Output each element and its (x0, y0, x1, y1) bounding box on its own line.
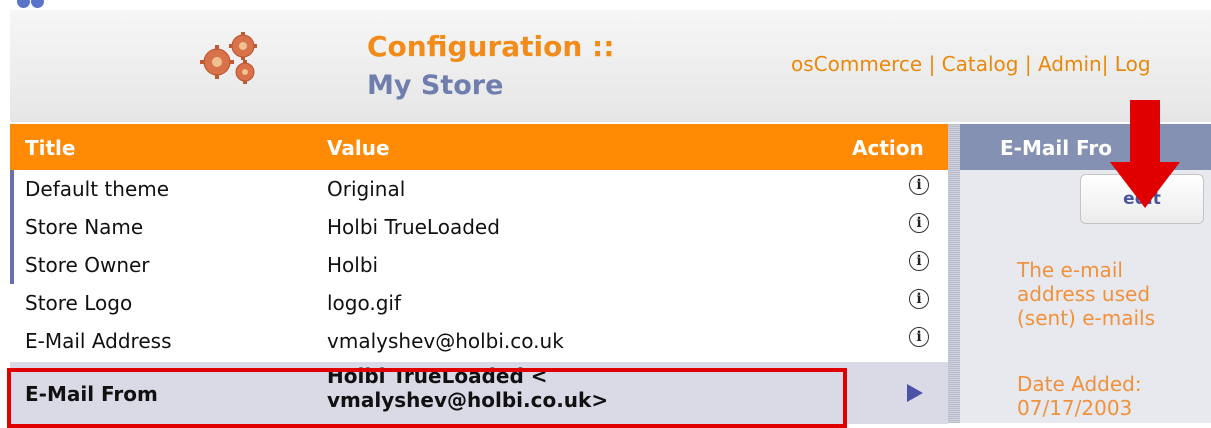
table-row[interactable]: Default theme Original i (10, 170, 948, 208)
info-icon[interactable]: i (909, 289, 929, 309)
table-row[interactable]: Store Owner Holbi i (10, 246, 948, 284)
row-action[interactable]: i (909, 251, 929, 271)
row-value: Holbi TrueLoaded (327, 215, 500, 239)
page-header: Configuration :: My Store osCommerce | C… (10, 10, 1211, 122)
row-marker (10, 208, 14, 246)
row-marker (10, 246, 14, 284)
row-value: vmalyshev@holbi.co.uk (327, 329, 564, 353)
nav-link-admin[interactable]: Admin (1038, 52, 1102, 76)
nav-link-catalog[interactable]: Catalog (942, 52, 1019, 76)
row-title: Store Logo (25, 291, 133, 315)
row-action[interactable]: i (909, 213, 929, 233)
decor-dot (31, 0, 44, 8)
top-nav: osCommerce | Catalog | Admin| Log (791, 52, 1151, 76)
page-title: Configuration :: (367, 30, 615, 63)
row-value: Original (327, 177, 406, 201)
info-icon[interactable]: i (909, 251, 929, 271)
table-row[interactable]: Store Logo logo.gif i (10, 284, 948, 322)
column-header-action: Action (852, 136, 924, 160)
column-header-title: Title (25, 136, 76, 160)
row-title: Default theme (25, 177, 170, 201)
gears-icon (200, 32, 257, 84)
column-divider (948, 124, 960, 423)
play-arrow-icon (907, 384, 923, 402)
info-icon[interactable]: i (909, 175, 929, 195)
row-action[interactable]: i (909, 175, 929, 195)
column-header-value: Value (327, 136, 390, 160)
table-row[interactable]: Store Name Holbi TrueLoaded i (10, 208, 948, 246)
row-action[interactable]: i (909, 327, 929, 347)
row-title: Store Name (25, 215, 144, 239)
info-icon[interactable]: i (909, 327, 929, 347)
row-value: Holbi (327, 253, 379, 277)
table-row[interactable]: E-Mail Address vmalyshev@holbi.co.uk i (10, 322, 948, 360)
row-marker (10, 170, 14, 208)
info-icon[interactable]: i (909, 213, 929, 233)
setting-description: The e-mail address used (sent) e-mails (1017, 258, 1155, 330)
date-added: Date Added: 07/17/2003 (1017, 372, 1142, 420)
nav-link-oscommerce[interactable]: osCommerce (791, 52, 922, 76)
annotation-highlight-box (7, 368, 847, 428)
table-header: Title Value Action (10, 124, 948, 170)
nav-separator: | (922, 52, 942, 76)
nav-separator: | (1101, 52, 1115, 76)
nav-separator: | (1018, 52, 1038, 76)
row-action[interactable]: i (909, 289, 929, 309)
annotation-arrow-icon (1110, 100, 1180, 208)
row-title: E-Mail Address (25, 329, 172, 353)
page-subtitle: My Store (367, 70, 504, 101)
side-panel-title: E-Mail Fro (1000, 136, 1113, 160)
decor-dot (17, 0, 30, 8)
nav-link-logoff[interactable]: Log (1115, 52, 1151, 76)
row-value: logo.gif (327, 291, 402, 315)
row-title: Store Owner (25, 253, 150, 277)
top-strip (0, 0, 1211, 10)
